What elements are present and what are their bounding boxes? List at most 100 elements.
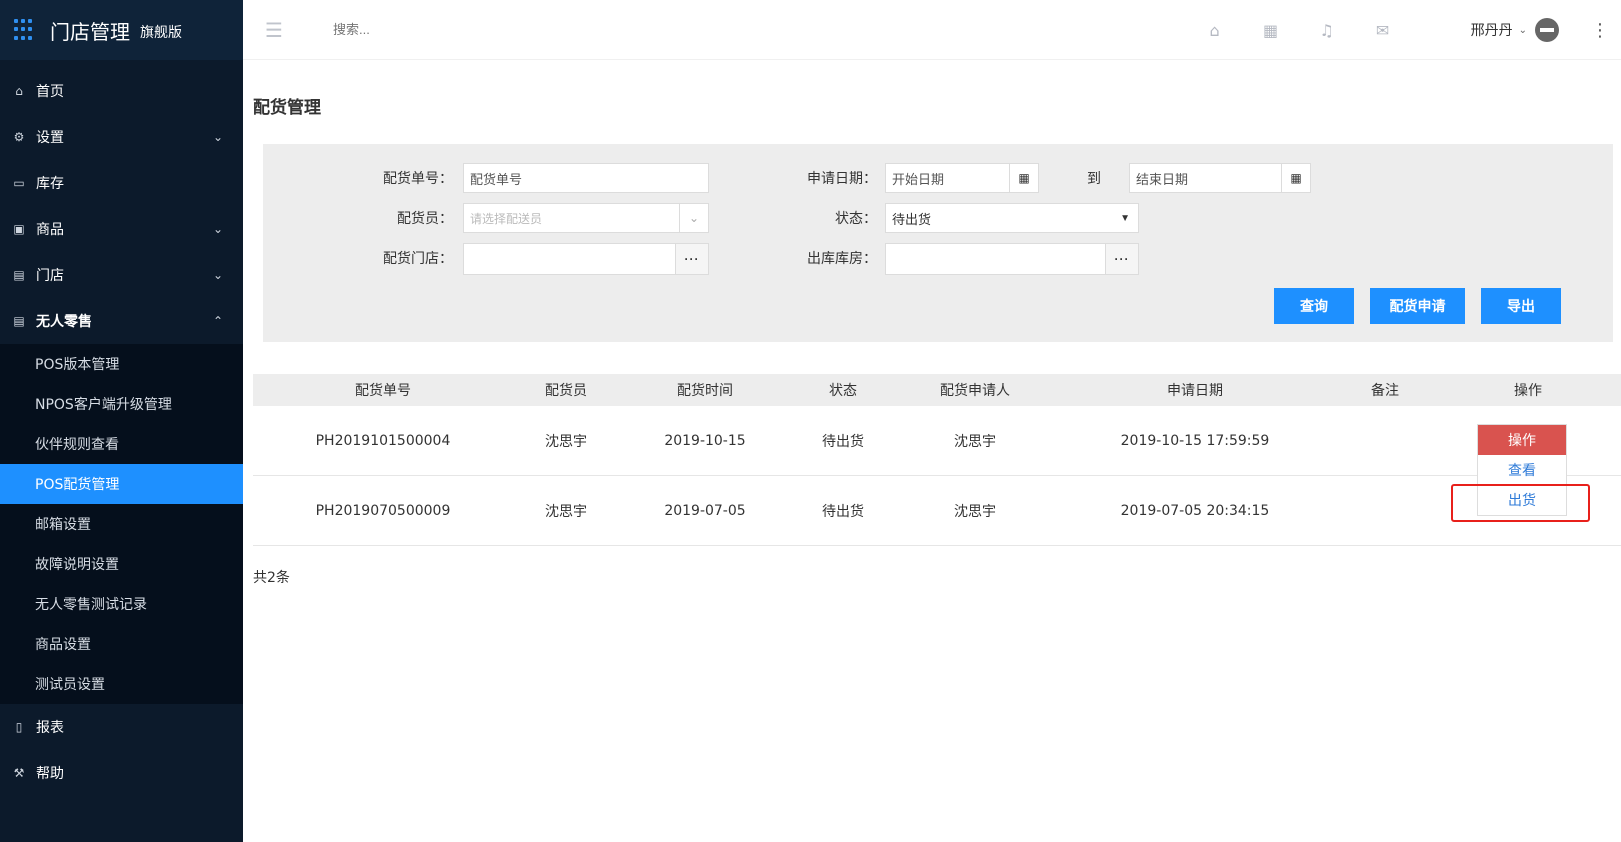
sidebar-subitem-pos-distribution[interactable]: POS配货管理 xyxy=(0,464,243,504)
table-cell: 沈思宇 xyxy=(954,503,996,520)
apps-grid-icon[interactable] xyxy=(14,19,36,41)
table-cell: 2019-07-05 xyxy=(664,502,746,519)
sidebar-item-label: 库存 xyxy=(36,176,64,192)
column-header: 申请日期 xyxy=(1167,383,1223,399)
sidebar-item-unmanned-retail[interactable]: ▤ 无人零售 ⌃ xyxy=(0,298,243,344)
menu-toggle-icon[interactable]: ☰ xyxy=(265,18,285,42)
home-icon[interactable]: ⌂ xyxy=(1187,21,1243,40)
chevron-down-icon: ⌄ xyxy=(679,203,709,233)
sidebar-subitem-label: POS版本管理 xyxy=(35,357,120,373)
wrench-icon: ⚒ xyxy=(13,766,25,780)
sidebar-item-products[interactable]: ▣ 商品 ⌄ xyxy=(0,206,243,252)
chevron-down-icon: ⌄ xyxy=(212,130,223,144)
table-cell: 沈思宇 xyxy=(545,433,587,450)
sidebar-item-settings[interactable]: ⚙ 设置 ⌄ xyxy=(0,114,243,160)
sidebar-subitem-label: 伙伴规则查看 xyxy=(35,437,119,453)
table-cell: 2019-10-15 17:59:59 xyxy=(1120,432,1270,449)
table-cell: PH2019070500009 xyxy=(315,502,451,519)
sidebar-item-label: 首页 xyxy=(36,84,64,100)
sidebar-subitem-pos-version[interactable]: POS版本管理 xyxy=(0,344,243,384)
sidebar-item-inventory[interactable]: ▭ 库存 xyxy=(0,160,243,206)
column-header: 状态 xyxy=(829,383,857,399)
store-picker[interactable]: ··· xyxy=(463,243,709,275)
sidebar-item-label: 门店 xyxy=(36,268,64,284)
distributor-label: 配货员： xyxy=(397,211,453,227)
sidebar-item-label: 无人零售 xyxy=(36,314,92,330)
warehouse-picker[interactable]: ··· xyxy=(885,243,1139,275)
more-vertical-icon[interactable]: ⋮ xyxy=(1591,20,1609,41)
status-value: 待出货 xyxy=(892,211,932,227)
sidebar-subitem-label: NPOS客户端升级管理 xyxy=(35,397,172,413)
table-header: 配货单号 配货员 配货时间 状态 配货申请人 申请日期 备注 操作 xyxy=(253,374,1621,406)
highlight-box xyxy=(1451,484,1590,522)
column-header: 配货申请人 xyxy=(940,383,1010,399)
view-menu-item[interactable]: 查看 xyxy=(1478,455,1566,485)
mail-icon[interactable]: ✉ xyxy=(1355,21,1411,40)
order-no-input[interactable]: 配货单号 xyxy=(463,163,709,193)
export-button[interactable]: 导出 xyxy=(1481,288,1561,324)
table-cell: 待出货 xyxy=(822,433,864,450)
sidebar-subnav: POS版本管理 NPOS客户端升级管理 伙伴规则查看 POS配货管理 邮箱设置 … xyxy=(0,344,243,704)
avatar xyxy=(1535,18,1559,42)
top-icons: ⌂ ▦ ♫ ✉ 邢丹丹 ⌄ ⋮ xyxy=(1187,0,1621,60)
sidebar-subitem-label: 无人零售测试记录 xyxy=(35,597,147,613)
home-icon: ⌂ xyxy=(15,84,23,98)
calendar-icon[interactable]: ▦ xyxy=(1281,163,1311,193)
more-horizontal-icon[interactable]: ··· xyxy=(675,243,709,275)
start-date-input[interactable]: 开始日期 ▦ xyxy=(885,163,1039,193)
status-select[interactable]: 待出货 ▼ xyxy=(885,203,1139,233)
document-icon: ▯ xyxy=(15,720,23,734)
warehouse-label: 出库库房： xyxy=(807,251,877,267)
sidebar-item-label: 帮助 xyxy=(36,766,64,782)
table-cell: 2019-07-05 20:34:15 xyxy=(1120,502,1270,519)
sidebar-subitem-label: 测试员设置 xyxy=(35,677,105,693)
column-header: 备注 xyxy=(1371,383,1399,399)
grid-icon[interactable]: ▦ xyxy=(1243,21,1299,40)
sidebar-item-home[interactable]: ⌂ 首页 xyxy=(0,68,243,114)
sidebar-subitem-tester-settings[interactable]: 测试员设置 xyxy=(0,664,243,704)
sidebar-item-help[interactable]: ⚒ 帮助 xyxy=(0,750,243,796)
end-date-input[interactable]: 结束日期 ▦ xyxy=(1129,163,1311,193)
sidebar-subitem-email-settings[interactable]: 邮箱设置 xyxy=(0,504,243,544)
order-no-label: 配货单号： xyxy=(383,171,453,187)
sidebar-item-stores[interactable]: ▤ 门店 ⌄ xyxy=(0,252,243,298)
brand-title: 门店管理 xyxy=(50,19,130,44)
user-name: 邢丹丹 xyxy=(1470,23,1513,39)
sidebar-item-reports[interactable]: ▯ 报表 xyxy=(0,704,243,750)
user-menu[interactable]: 邢丹丹 ⌄ xyxy=(1471,18,1559,42)
table-cell: 沈思宇 xyxy=(954,433,996,450)
distribution-table: 配货单号 配货员 配货时间 状态 配货申请人 申请日期 备注 操作 PH2019… xyxy=(253,374,1621,546)
query-button[interactable]: 查询 xyxy=(1274,288,1354,324)
chevron-down-icon: ⌄ xyxy=(212,222,223,236)
sidebar-subitem-test-records[interactable]: 无人零售测试记录 xyxy=(0,584,243,624)
calendar-icon[interactable]: ▦ xyxy=(1009,163,1039,193)
store-icon: ▤ xyxy=(13,268,25,282)
column-header: 配货时间 xyxy=(677,383,733,399)
status-label: 状态： xyxy=(835,211,877,227)
brand-subtitle: 旗舰版 xyxy=(140,25,182,41)
sidebar-subitem-product-settings[interactable]: 商品设置 xyxy=(0,624,243,664)
chevron-down-icon: ⌄ xyxy=(212,268,223,282)
sidebar-subitem-partner-rules[interactable]: 伙伴规则查看 xyxy=(0,424,243,464)
sidebar-subitem-npos-upgrade[interactable]: NPOS客户端升级管理 xyxy=(0,384,243,424)
sidebar-item-label: 商品 xyxy=(36,222,64,238)
apply-distribution-button[interactable]: 配货申请 xyxy=(1370,288,1465,324)
search-input[interactable] xyxy=(333,22,633,37)
more-horizontal-icon[interactable]: ··· xyxy=(1105,243,1139,275)
date-range-to: 到 xyxy=(1087,171,1101,187)
total-count: 共2条 xyxy=(253,570,290,586)
distributor-select[interactable]: 请选择配送员 ⌄ xyxy=(463,203,709,233)
bell-icon[interactable]: ♫ xyxy=(1299,21,1355,40)
top-bar: ☰ ⌂ ▦ ♫ ✉ 邢丹丹 ⌄ ⋮ xyxy=(243,0,1621,60)
start-date-placeholder: 开始日期 xyxy=(892,171,945,187)
table-cell: 2019-10-15 xyxy=(664,432,746,449)
sidebar-subitem-label: POS配货管理 xyxy=(35,477,120,493)
sidebar-subitem-fault-settings[interactable]: 故障说明设置 xyxy=(0,544,243,584)
column-header: 操作 xyxy=(1514,383,1542,399)
gear-icon: ⚙ xyxy=(13,130,25,144)
gift-icon: ▣ xyxy=(13,222,25,236)
sidebar-nav: ⌂ 首页 ⚙ 设置 ⌄ ▭ 库存 ▣ 商品 ⌄ ▤ 门店 ⌄ ▤ 无人零售 ⌃ … xyxy=(0,60,243,796)
action-button[interactable]: 操作 xyxy=(1478,425,1566,455)
chevron-up-icon: ⌃ xyxy=(212,314,223,328)
store-icon: ▤ xyxy=(13,314,25,328)
